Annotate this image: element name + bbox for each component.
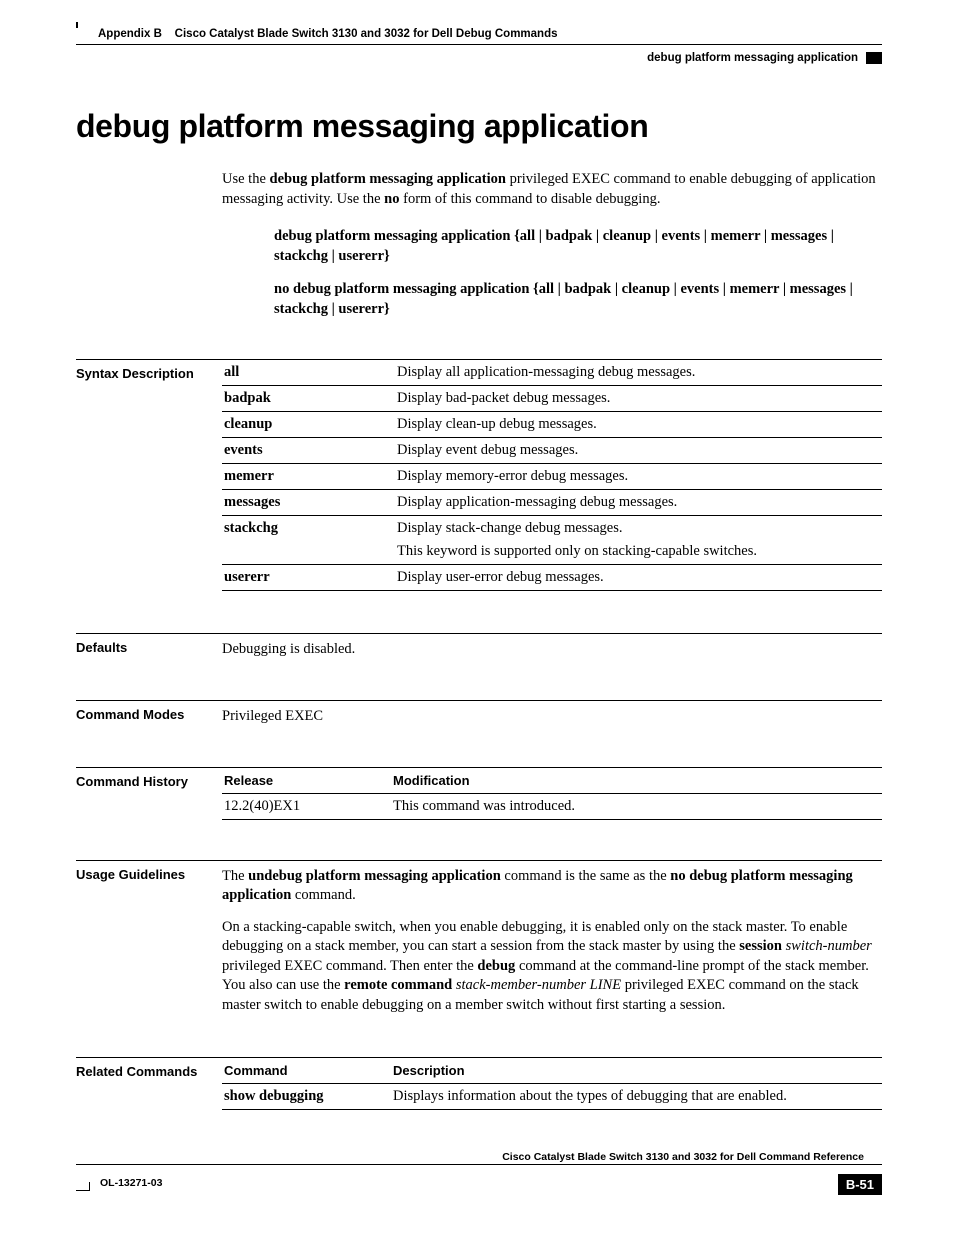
subheader: debug platform messaging application [647, 52, 882, 64]
table-row: cleanupDisplay clean-up debug messages. [222, 412, 882, 438]
table-row: memerrDisplay memory-error debug message… [222, 464, 882, 490]
footer-tick-icon [76, 1190, 90, 1192]
section-command-history: Command History [76, 767, 222, 820]
table-row: messagesDisplay application-messaging de… [222, 490, 882, 516]
page-header: Appendix B Cisco Catalyst Blade Switch 3… [76, 28, 882, 45]
table-row: allDisplay all application-messaging deb… [222, 360, 882, 386]
col-release: Release [222, 767, 391, 793]
page-number: B-51 [838, 1174, 882, 1195]
syntax-line-1: debug platform messaging application {al… [274, 227, 882, 266]
section-related-commands: Related Commands [76, 1057, 222, 1110]
section-syntax-description: Syntax Description [76, 359, 222, 591]
chapter-title: Cisco Catalyst Blade Switch 3130 and 303… [175, 28, 558, 40]
footer-rule [76, 1164, 882, 1165]
page-title: debug platform messaging application [76, 108, 648, 145]
col-modification: Modification [391, 767, 882, 793]
syntax-line-2: no debug platform messaging application … [274, 280, 882, 319]
syntax-description-table: allDisplay all application-messaging deb… [222, 359, 882, 591]
section-defaults: Defaults [76, 633, 222, 660]
footer-doc-title: Cisco Catalyst Blade Switch 3130 and 303… [502, 1151, 864, 1163]
command-name-header: debug platform messaging application [647, 52, 858, 64]
related-commands-table: CommandDescription show debuggingDisplay… [222, 1057, 882, 1110]
section-command-modes: Command Modes [76, 700, 222, 727]
table-row: 12.2(40)EX1This command was introduced. [222, 793, 882, 819]
appendix-label: Appendix B [98, 28, 162, 40]
table-row: usererrDisplay user-error debug messages… [222, 565, 882, 591]
footer-doc-number: OL-13271-03 [100, 1177, 162, 1189]
table-row: stackchgDisplay stack-change debug messa… [222, 516, 882, 565]
table-row: show debuggingDisplays information about… [222, 1084, 882, 1110]
table-row: badpakDisplay bad-packet debug messages. [222, 386, 882, 412]
col-command: Command [222, 1058, 391, 1084]
command-modes-text: Privileged EXEC [222, 700, 882, 727]
defaults-text: Debugging is disabled. [222, 633, 882, 660]
table-row: eventsDisplay event debug messages. [222, 438, 882, 464]
section-usage-guidelines: Usage Guidelines [76, 860, 222, 1028]
command-history-table: ReleaseModification 12.2(40)EX1This comm… [222, 767, 882, 820]
intro-paragraph: Use the debug platform messaging applica… [222, 170, 882, 209]
header-marker-icon [866, 52, 882, 64]
col-description: Description [391, 1058, 882, 1084]
header-tick [76, 22, 78, 28]
usage-guidelines-text: The undebug platform messaging applicati… [222, 860, 882, 1028]
